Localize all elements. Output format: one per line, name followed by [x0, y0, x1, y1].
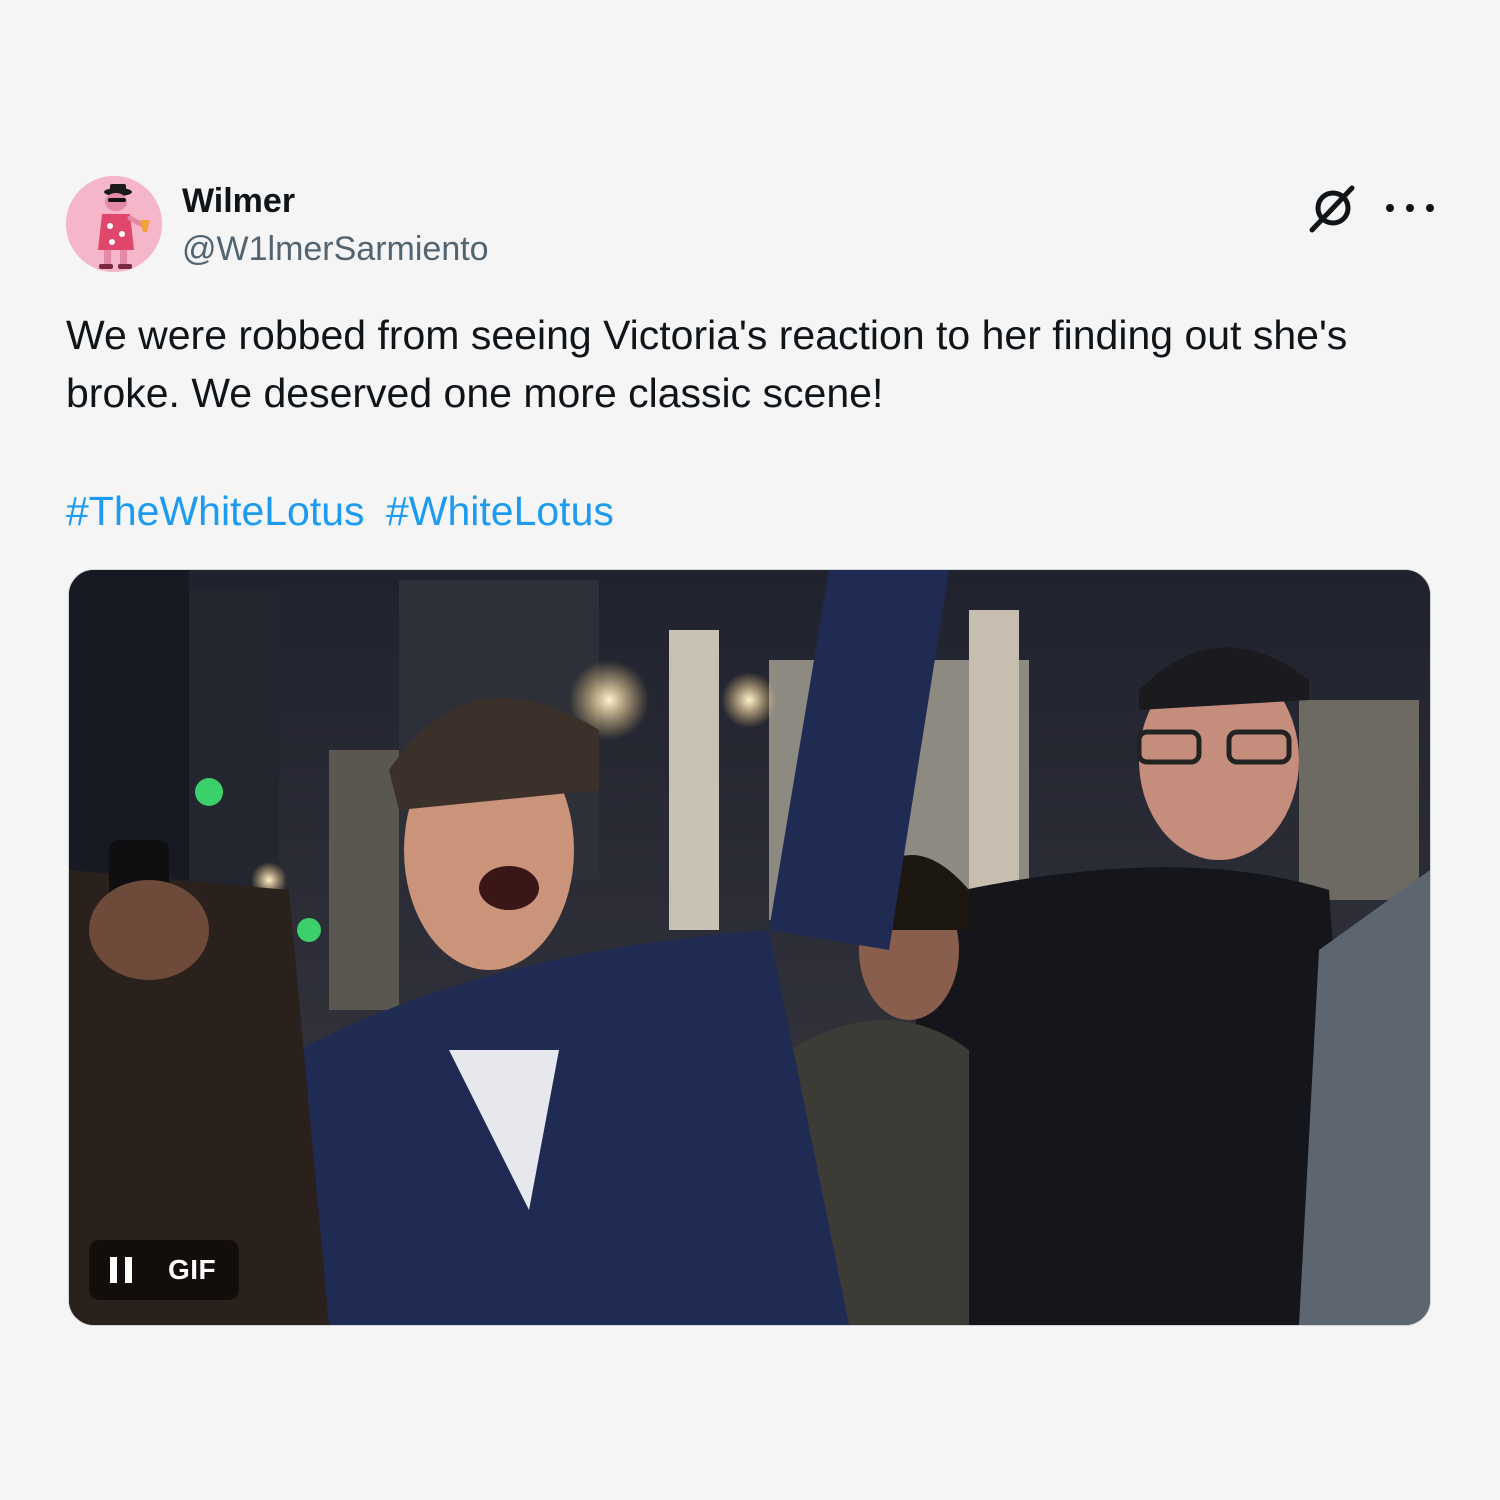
gif-controls: GIF — [96, 1244, 216, 1296]
more-dot — [1406, 204, 1414, 212]
author-display-name[interactable]: Wilmer — [182, 180, 295, 222]
gif-frame-illustration — [69, 570, 1430, 1325]
more-options-icon[interactable] — [1386, 194, 1434, 222]
more-dot — [1386, 204, 1394, 212]
hashtag-link[interactable]: #WhiteLotus — [386, 488, 614, 534]
x-logo-icon — [1309, 185, 1355, 233]
pink-panther-avatar-icon — [66, 176, 162, 272]
author-handle[interactable]: @W1lmerSarmiento — [182, 228, 489, 270]
gif-badge: GIF — [168, 1254, 217, 1285]
pause-icon[interactable] — [110, 1257, 132, 1283]
hashtag-link[interactable]: #TheWhiteLotus — [66, 488, 365, 534]
hashtag-row: #TheWhiteLotus #WhiteLotus — [66, 482, 614, 540]
author-avatar[interactable] — [66, 176, 162, 272]
tweet-text: We were robbed from seeing Victoria's re… — [66, 312, 1348, 416]
tweet-card: Wilmer @W1lmerSarmiento We were robbed f… — [0, 0, 1500, 1500]
more-dot — [1426, 204, 1434, 212]
gif-media[interactable] — [68, 569, 1431, 1326]
